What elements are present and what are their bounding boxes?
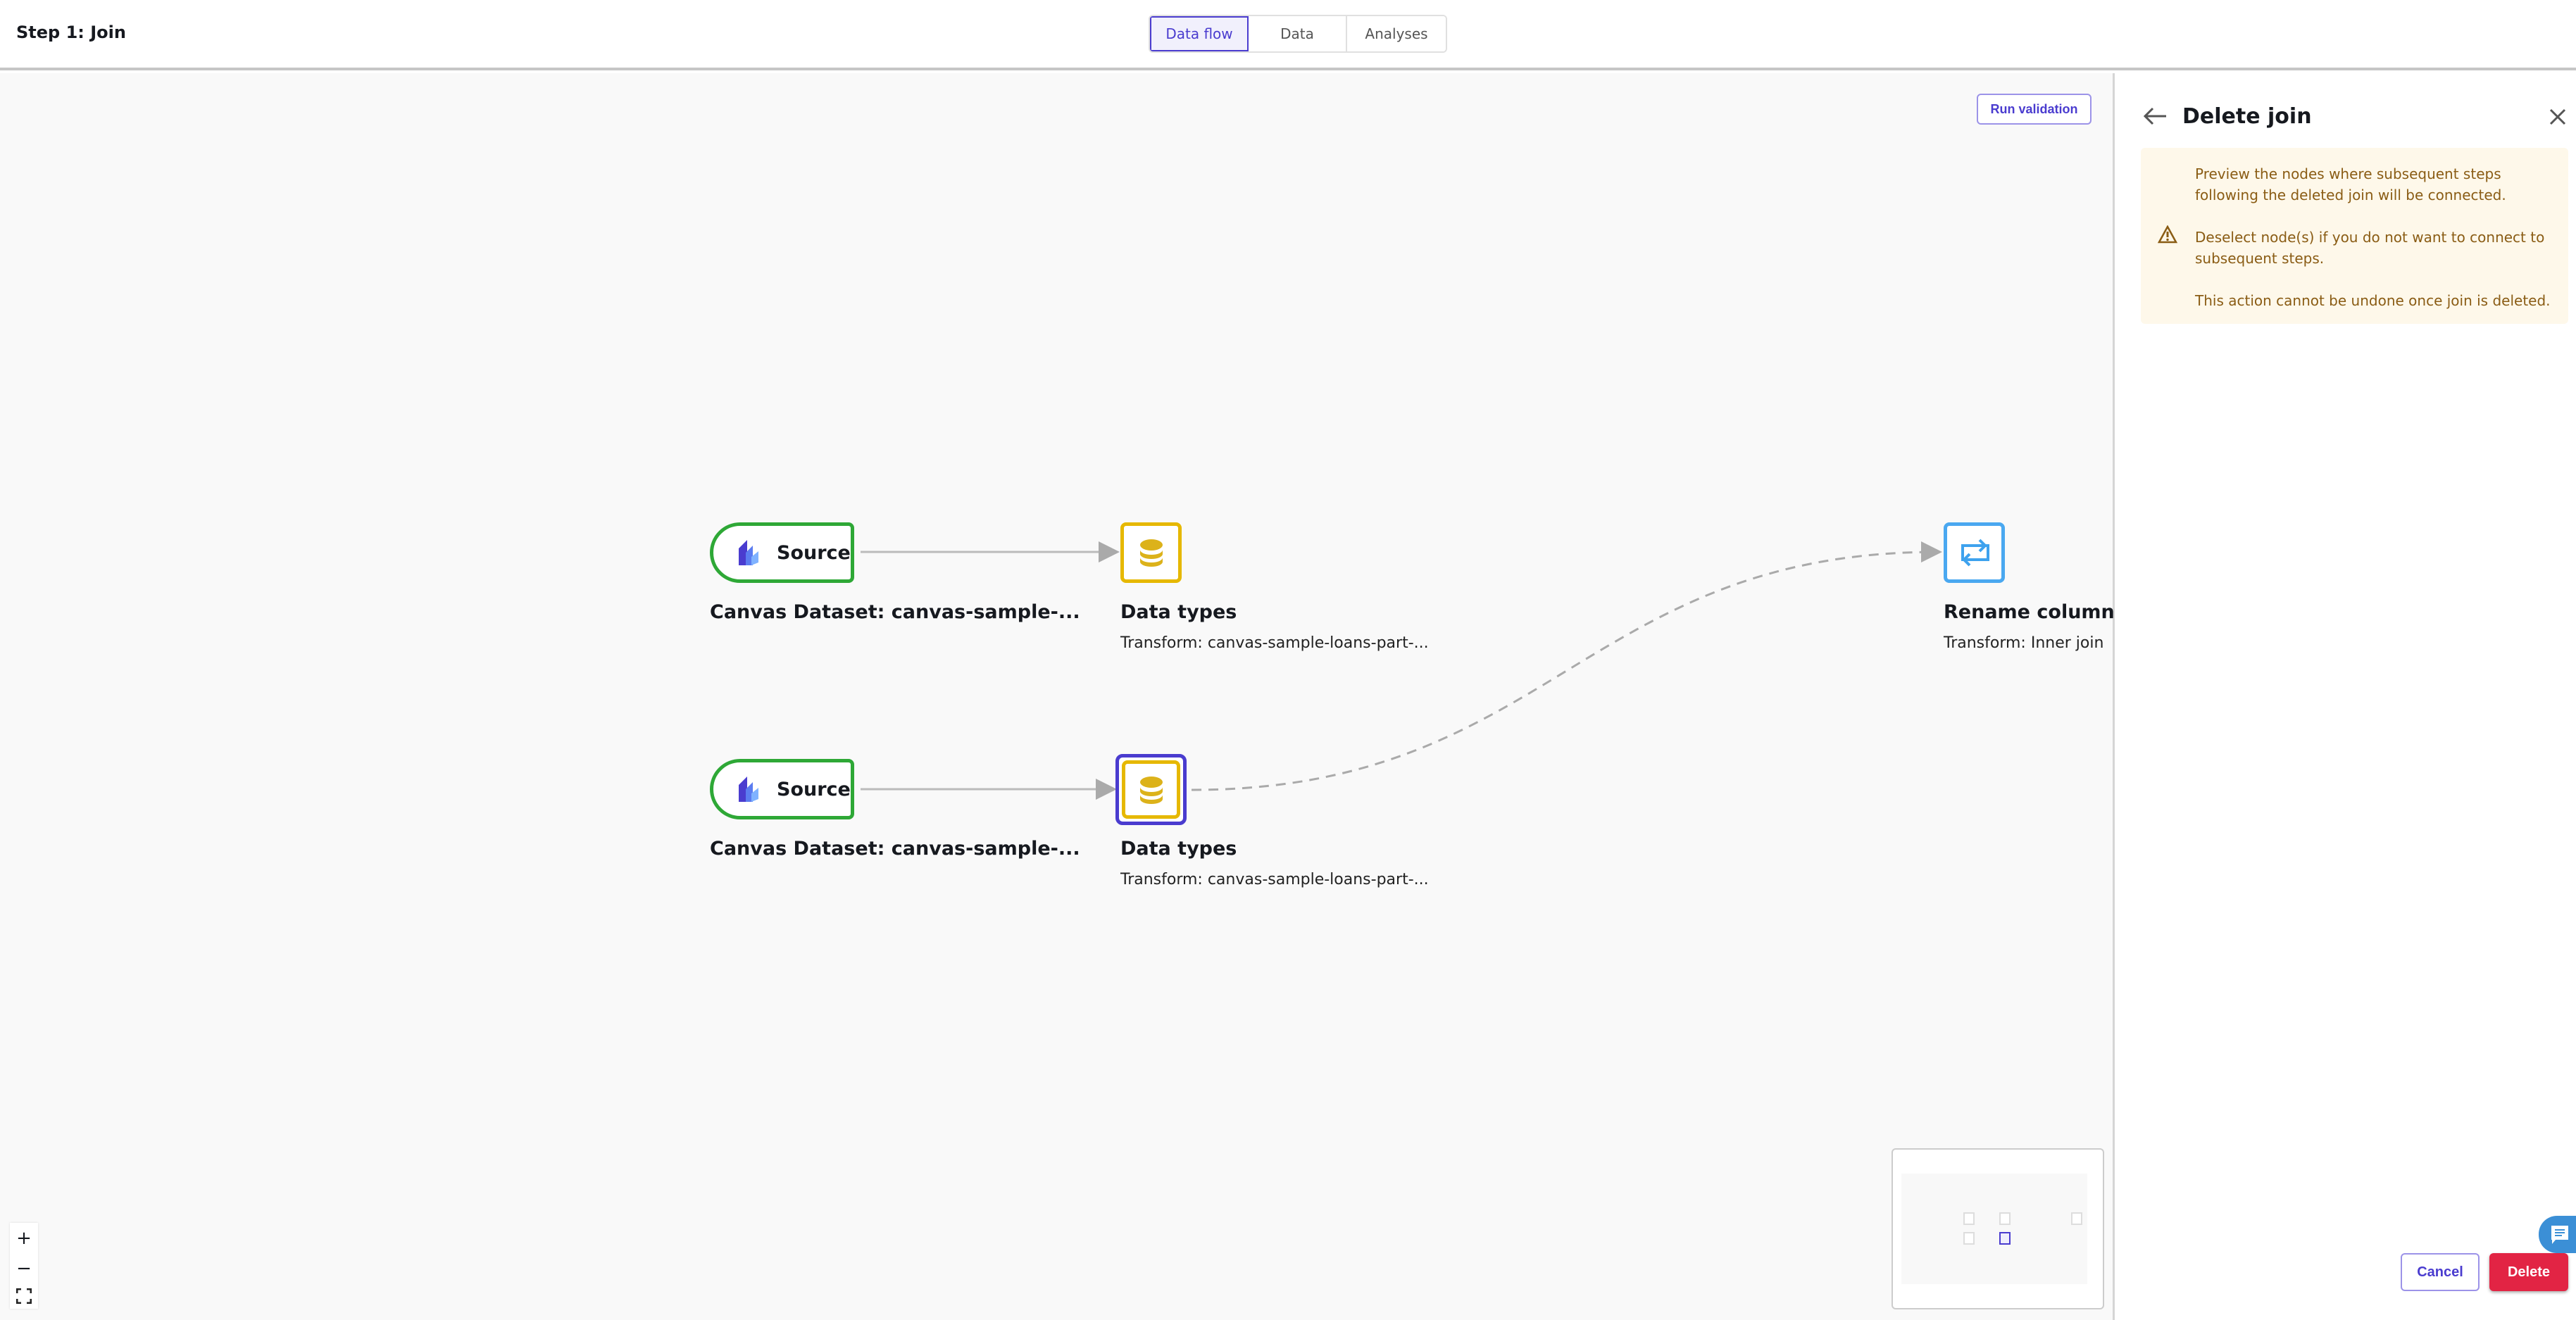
page-title: Step 1: Join [16, 23, 126, 42]
warning-text: This action cannot be undone once join i… [2195, 292, 2551, 309]
delete-button[interactable]: Delete [2489, 1253, 2568, 1291]
warning-alert: Preview the nodes where subsequent steps… [2141, 148, 2568, 324]
zoom-out-button[interactable]: − [16, 1258, 32, 1279]
warning-icon [2158, 225, 2177, 244]
view-tabs: Data flow Data Analyses [1149, 15, 1447, 53]
tab-data-flow[interactable]: Data flow [1150, 16, 1249, 51]
node-title: Data types [1120, 838, 1237, 860]
fit-view-icon[interactable] [16, 1288, 32, 1305]
zoom-in-button[interactable]: + [16, 1228, 32, 1249]
minimap-node [1963, 1232, 1975, 1245]
minimap[interactable] [1892, 1148, 2104, 1309]
database-icon [1139, 539, 1163, 567]
zoom-controls: + − [10, 1223, 38, 1309]
dashed-edge [1191, 541, 1942, 791]
node-title: Rename column [1944, 601, 2115, 623]
minimap-node-selected [1999, 1232, 2011, 1245]
tab-data[interactable]: Data [1249, 16, 1347, 51]
minimap-node [1963, 1212, 1975, 1225]
minimap-node [1999, 1212, 2011, 1225]
node-subtitle: Transform: canvas-sample-loans-part-... [1120, 871, 1429, 888]
node-subtitle: Transform: canvas-sample-loans-part-... [1120, 634, 1429, 652]
node-title: Canvas Dataset: canvas-sample-... [710, 601, 1080, 623]
data-types-node[interactable] [1120, 522, 1182, 583]
back-arrow-icon[interactable] [2144, 107, 2168, 125]
rename-column-node[interactable] [1944, 522, 2005, 583]
source-label: Source [777, 778, 851, 800]
chat-icon [2551, 1225, 2568, 1244]
node-title: Data types [1120, 601, 1237, 623]
header: Step 1: Join Data flow Data Analyses [0, 0, 2576, 70]
source-node[interactable]: Source [710, 759, 854, 819]
source-label: Source [777, 541, 851, 564]
panel-title: Delete join [2182, 104, 2312, 129]
data-types-node[interactable] [1122, 760, 1180, 819]
cancel-button[interactable]: Cancel [2401, 1253, 2480, 1291]
swap-arrows-icon [1961, 539, 1989, 567]
minimap-viewport [1901, 1174, 2087, 1284]
delete-join-panel: Delete join Preview the nodes where subs… [2117, 73, 2576, 1320]
warning-text: Deselect node(s) if you do not want to c… [2195, 229, 2545, 267]
feedback-chat-button[interactable] [2539, 1216, 2576, 1253]
warning-text: Preview the nodes where subsequent steps… [2195, 165, 2506, 203]
close-icon[interactable] [2549, 108, 2566, 125]
source-node[interactable]: Source [710, 522, 854, 583]
canvas-dataset-icon [739, 540, 758, 565]
edges [861, 541, 1942, 800]
tab-analyses[interactable]: Analyses [1347, 16, 1446, 51]
node-subtitle: Transform: Inner join [1944, 634, 2104, 652]
flow-canvas[interactable]: Run validation Source Canvas Dataset: ca… [0, 73, 2115, 1320]
node-title: Canvas Dataset: canvas-sample-... [710, 838, 1080, 860]
data-types-node-selected[interactable] [1115, 754, 1187, 825]
database-icon [1139, 776, 1163, 804]
canvas-dataset-icon [739, 777, 758, 802]
minimap-node [2071, 1212, 2082, 1225]
